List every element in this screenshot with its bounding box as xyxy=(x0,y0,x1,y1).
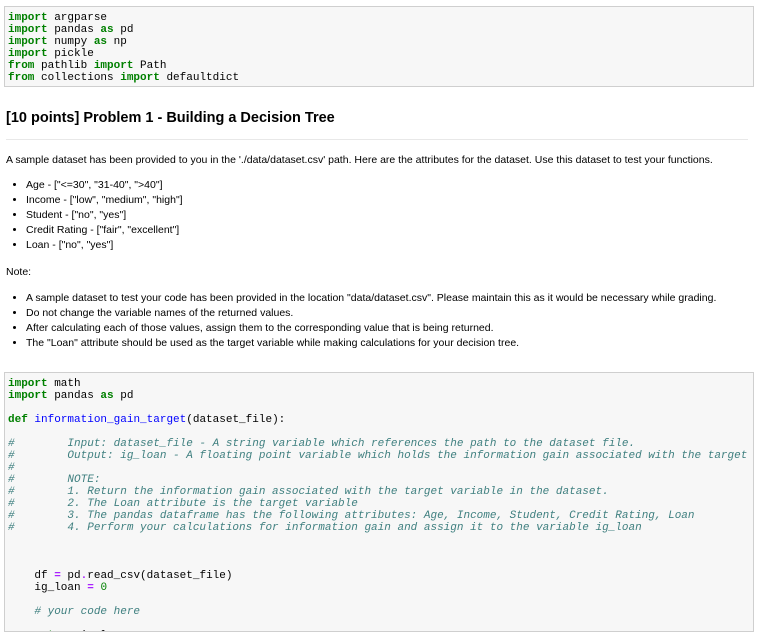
code-line: # 2. The Loan attribute is the target va… xyxy=(8,498,358,510)
code-token: import xyxy=(93,60,134,72)
code-line: # 3. The pandas dataframe has the follow… xyxy=(8,510,695,522)
code-token: math xyxy=(47,378,81,390)
note-item: A sample dataset to test your code has b… xyxy=(26,291,754,306)
code-token: import xyxy=(8,48,48,60)
code-token: Path xyxy=(133,60,167,72)
code-token: ig_loan xyxy=(74,630,127,631)
code-token: def xyxy=(8,414,28,426)
code-line: import pandas as pd xyxy=(8,24,133,36)
code-token: # 1. Return the information gain associa… xyxy=(8,486,609,498)
code-line: # 4. Perform your calculations for infor… xyxy=(8,522,642,534)
code-line: def information_gain_target(dataset_file… xyxy=(8,414,285,426)
markdown-cell-problem: [10 points] Problem 1 - Building a Decis… xyxy=(6,111,754,126)
attribute-item: Age - ["<=30", "31-40", ">40"] xyxy=(26,178,754,193)
code-token: argparse xyxy=(47,12,108,24)
note-list: A sample dataset to test your code has b… xyxy=(6,291,754,351)
note-item: After calculating each of those values, … xyxy=(26,321,754,336)
code-token: import xyxy=(8,36,48,48)
code-editor-information-gain[interactable]: import math import pandas as pd def info… xyxy=(5,373,754,631)
code-token: pd xyxy=(60,570,81,582)
code-token: 0 xyxy=(100,582,108,594)
code-token: pandas xyxy=(47,24,101,36)
code-line: return ig_loan xyxy=(8,630,127,631)
code-token: as xyxy=(93,36,108,48)
code-token: # 4. Perform your calculations for infor… xyxy=(8,522,642,534)
code-token: np xyxy=(107,36,127,48)
code-token: import xyxy=(8,390,48,402)
code-token: pd xyxy=(113,24,134,36)
code-token: # 2. The Loan attribute is the target va… xyxy=(8,498,358,510)
code-token: # 3. The pandas dataframe has the follow… xyxy=(8,510,695,522)
heading-divider xyxy=(6,139,748,140)
code-token: collections xyxy=(34,72,121,84)
code-token: df xyxy=(8,570,55,582)
code-line: # xyxy=(8,462,15,474)
code-token: as xyxy=(100,24,114,36)
code-token: information_gain_target xyxy=(34,414,187,426)
code-line: # 1. Return the information gain associa… xyxy=(8,486,609,498)
attribute-item: Loan - ["no", "yes"] xyxy=(26,238,754,253)
code-token: # NOTE: xyxy=(8,474,101,486)
code-line: # Output: ig_loan - A floating point var… xyxy=(8,450,754,462)
code-token: import xyxy=(8,12,48,24)
code-token: from xyxy=(8,60,35,72)
code-line: import argparse xyxy=(8,12,107,24)
code-token: pathlib xyxy=(34,60,94,72)
code-token: = xyxy=(54,570,61,582)
code-line: import pickle xyxy=(8,48,94,60)
code-token: from xyxy=(8,72,35,84)
attribute-item: Credit Rating - ["fair", "excellent"] xyxy=(26,223,754,238)
code-line: # Input: dataset_file - A string variabl… xyxy=(8,438,635,450)
code-token: import xyxy=(8,24,48,36)
problem-body: A sample dataset has been provided to yo… xyxy=(6,153,754,351)
code-token: # Output: ig_loan - A floating point var… xyxy=(8,450,754,462)
code-line: ig_loan = 0 xyxy=(8,582,107,594)
code-token: numpy xyxy=(47,36,94,48)
attribute-item: Income - ["low", "medium", "high"] xyxy=(26,193,754,208)
code-line: import numpy as np xyxy=(8,36,127,48)
code-token: as xyxy=(100,390,114,402)
code-token: read_csv(dataset_file) xyxy=(87,570,233,582)
note-item: The "Loan" attribute should be used as t… xyxy=(26,336,754,351)
code-token: import xyxy=(8,378,48,390)
code-token: return xyxy=(34,630,74,631)
code-token: # Input: dataset_file - A string variabl… xyxy=(8,438,636,450)
code-token: (dataset_file): xyxy=(186,414,286,426)
code-line: from collections import defaultdict xyxy=(8,72,239,84)
code-cell-information-gain[interactable]: import math import pandas as pd def info… xyxy=(4,372,754,632)
code-token: ig_loan xyxy=(8,582,88,594)
code-line: df = pd.read_csv(dataset_file) xyxy=(8,570,232,582)
note-item: Do not change the variable names of the … xyxy=(26,306,754,321)
code-token: pd xyxy=(113,390,134,402)
code-token: # xyxy=(8,462,15,474)
code-line: import math xyxy=(8,378,81,390)
code-line: # your code here xyxy=(8,606,140,618)
code-line: from pathlib import Path xyxy=(8,60,166,72)
code-cell-imports[interactable]: import argparse import pandas as pd impo… xyxy=(4,6,754,87)
code-token: defaultdict xyxy=(159,72,240,84)
code-token: pandas xyxy=(47,390,101,402)
code-line: import pandas as pd xyxy=(8,390,133,402)
code-token: = xyxy=(87,582,94,594)
code-token: import xyxy=(120,72,160,84)
attribute-list: Age - ["<=30", "31-40", ">40"] Income - … xyxy=(6,178,754,253)
code-token: pickle xyxy=(47,48,94,60)
attribute-item: Student - ["no", "yes"] xyxy=(26,208,754,223)
code-editor-imports[interactable]: import argparse import pandas as pd impo… xyxy=(5,7,753,86)
problem-heading: [10 points] Problem 1 - Building a Decis… xyxy=(6,110,335,126)
code-token: # your code here xyxy=(8,606,141,618)
intro-text: A sample dataset has been provided to yo… xyxy=(6,154,713,166)
note-label: Note: xyxy=(6,266,32,278)
code-line: # NOTE: xyxy=(8,474,100,486)
